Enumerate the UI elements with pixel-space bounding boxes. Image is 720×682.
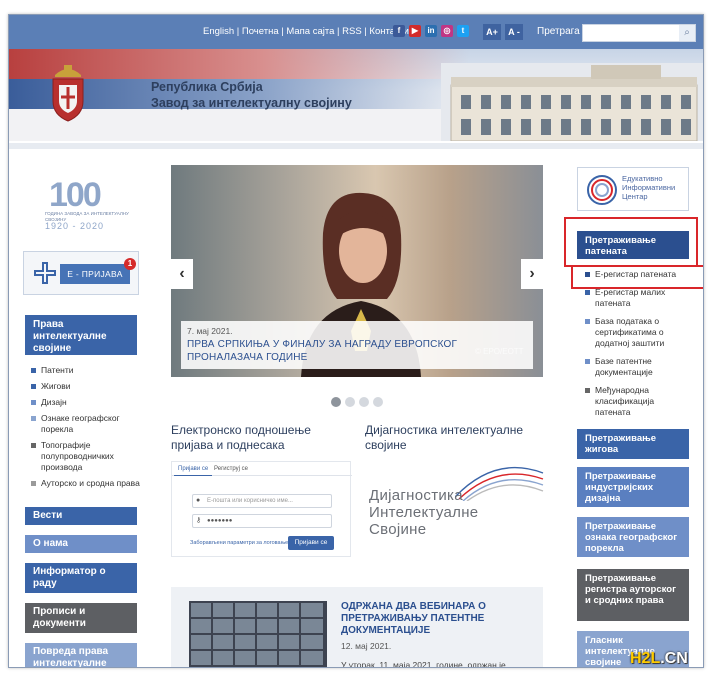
slider-prev-button[interactable]: ‹ — [171, 259, 193, 289]
e-prijava-button[interactable]: Е - ПРИЈАВА — [60, 264, 130, 284]
news-article[interactable]: ОДРЖАНА ДВА ВЕБИНАРА О ПРЕТРАЖИВАЊУ ПАТЕ… — [171, 587, 543, 668]
patent-documentation-link[interactable]: Базе патентне документације — [585, 356, 691, 378]
search-geo-indications-button[interactable]: Претраживање ознака географског порекла — [577, 517, 689, 557]
webinar-screenshot — [189, 601, 327, 667]
notification-badge: 1 — [124, 258, 136, 270]
news-slider[interactable]: ‹ › 7. мај 2021. ПРВА СРПКИЊА У ФИНАЛУ З… — [171, 165, 543, 377]
diagnostics-wordmark: Дијагностика Интелектуалне Својине — [369, 487, 479, 538]
slide-date: 7. мај 2021. — [187, 326, 233, 336]
title-line-1: Република Србија — [151, 80, 263, 94]
regulations-button[interactable]: Прописи и документи — [25, 603, 137, 633]
spc-database-link[interactable]: База података о сертификатима о додатној… — [585, 316, 691, 349]
e-register-small-patents-link[interactable]: Е-регистар малих патената — [585, 287, 691, 309]
highlight-box — [564, 217, 698, 267]
patent-search-sublinks: Е-регистар патената Е-регистар малих пат… — [585, 269, 691, 425]
slider-dot[interactable] — [373, 397, 383, 407]
e-filing-icon — [34, 262, 56, 284]
font-decrease-button[interactable]: A - — [505, 24, 523, 40]
news-title[interactable]: ОДРЖАНА ДВА ВЕБИНАРА О ПРЕТРАЖИВАЊУ ПАТЕ… — [341, 601, 521, 637]
building-image — [441, 63, 703, 141]
edu-center-logo[interactable]: Едукативно Информативни Центар — [577, 167, 689, 211]
browser-page: English | Почетна | Мапа сајта | RSS | К… — [8, 14, 704, 668]
search-icon[interactable]: ⌕ — [679, 25, 695, 41]
user-icon: ● — [196, 497, 201, 504]
centenary-logo[interactable]: 100 ГОДИНА ЗАВОДА ЗА ИНТЕЛЕКТУАЛНУ СВОЈИ… — [41, 177, 131, 235]
ip-rights-menu-heading[interactable]: Права интелектуалне својине — [25, 315, 137, 355]
search-designs-button[interactable]: Претраживање индустријских дизајна — [577, 467, 689, 507]
search-label: Претрага — [537, 26, 580, 37]
informator-button[interactable]: Информатор о раду — [25, 563, 137, 593]
nav-item-design[interactable]: Дизајн — [31, 397, 143, 408]
top-links[interactable]: English | Почетна | Мапа сајта | RSS | К… — [203, 26, 414, 37]
twitter-icon[interactable]: t — [457, 25, 469, 37]
efiling-tabs: Пријави се Региструј се — [172, 462, 352, 476]
efiling-title[interactable]: Електронско подношење пријава и поднесак… — [171, 423, 351, 453]
coat-of-arms-icon[interactable] — [49, 61, 87, 123]
news-excerpt: У уторак, 11. маја 2021. године, одржан … — [341, 660, 506, 668]
forgot-credentials-link[interactable]: Заборављени параметри за логовање — [190, 540, 288, 546]
key-icon: ⚷ — [196, 517, 202, 524]
edu-center-text: Едукативно Информативни Центар — [622, 174, 676, 201]
site-title[interactable]: Република Србија Завод за интелектуалну … — [151, 79, 352, 111]
slider-dot[interactable] — [345, 397, 355, 407]
top-bar: English | Почетна | Мапа сајта | RSS | К… — [9, 15, 703, 49]
search-input[interactable] — [583, 25, 679, 41]
title-line-2: Завод за интелектуалну својину — [151, 96, 352, 110]
header-banner: Република Србија Завод за интелектуалну … — [9, 49, 703, 141]
slider-dot[interactable] — [359, 397, 369, 407]
slider-next-button[interactable]: › — [521, 259, 543, 289]
nav-item-patents[interactable]: Патенти — [31, 365, 143, 376]
nav-item-geo-indications[interactable]: Ознаке географског порекла — [31, 413, 143, 435]
email-field[interactable]: ● Е-пошта или корисничко име... — [192, 494, 332, 508]
linkedin-icon[interactable]: in — [425, 25, 437, 37]
about-button[interactable]: О нама — [25, 535, 137, 553]
slide-caption[interactable]: 7. мај 2021. ПРВА СРПКИЊА У ФИНАЛУ ЗА НА… — [181, 321, 533, 369]
password-field[interactable]: ⚷ ●●●●●●● — [192, 514, 332, 528]
slider-dot-active[interactable] — [331, 397, 341, 407]
edu-center-icon — [587, 175, 617, 205]
slider-dots — [331, 397, 391, 409]
highlight-box-eregister — [571, 265, 703, 289]
news-button[interactable]: Вести — [25, 507, 137, 525]
header-divider — [9, 143, 703, 149]
centenary-number: 100 — [49, 176, 102, 214]
diagnostics-logo[interactable]: Дијагностика Интелектуалне Својине — [365, 461, 545, 557]
news-date: 12. мај 2021. — [341, 641, 392, 651]
font-increase-button[interactable]: A+ — [483, 24, 501, 40]
facebook-icon[interactable]: f — [393, 25, 405, 37]
ip-rights-list: Патенти Жигови Дизајн Ознаке географског… — [31, 365, 143, 494]
diagnostics-title[interactable]: Дијагностика интелектуалне својине — [365, 423, 545, 453]
ip-infringement-button[interactable]: Повреда права интелектуалне — [25, 643, 137, 667]
efiling-form-preview[interactable]: Пријави се Региструј се ● Е-пошта или кор… — [171, 461, 352, 557]
image-credit: © EPO/EOTT — [475, 347, 524, 356]
login-button[interactable]: Пријави се — [288, 536, 334, 550]
nav-item-topographies[interactable]: Топографије полупроводничких производа — [31, 440, 143, 473]
search-box: ⌕ — [582, 24, 696, 42]
nav-item-copyright[interactable]: Ауторско и сродна права — [31, 478, 143, 489]
e-prijava-widget[interactable]: Е - ПРИЈАВА 1 — [23, 251, 139, 295]
search-trademarks-button[interactable]: Претраживање жигова — [577, 429, 689, 459]
instagram-icon[interactable]: ◎ — [441, 25, 453, 37]
search-copyright-register-button[interactable]: Претраживање регистра ауторског и сродни… — [577, 569, 689, 621]
youtube-icon[interactable]: ▶ — [409, 25, 421, 37]
tab-register[interactable]: Региструј се — [210, 462, 252, 476]
centenary-years: 1920 - 2020 — [45, 221, 105, 231]
site-watermark: H2L.CN — [630, 650, 688, 667]
nav-item-trademarks[interactable]: Жигови — [31, 381, 143, 392]
tab-login[interactable]: Пријави се — [174, 462, 213, 476]
ipc-classification-link[interactable]: Међународна класификација патената — [585, 385, 691, 418]
